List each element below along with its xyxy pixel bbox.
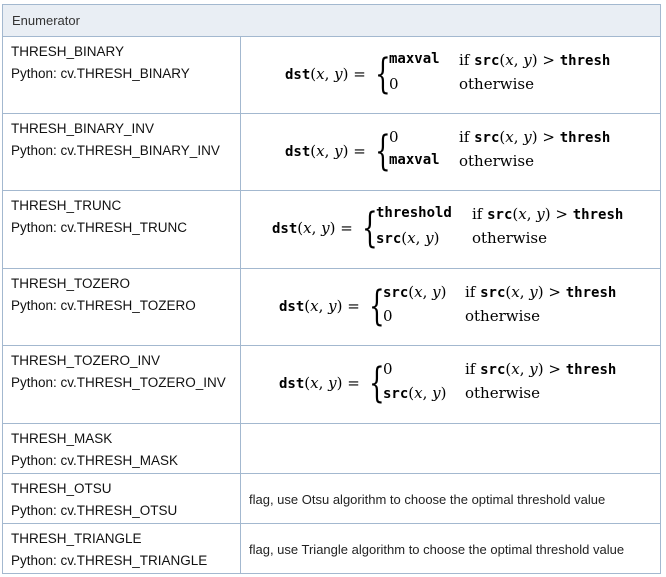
enum-name-cell: THRESH_TRUNC Python: cv.THRESH_TRUNC <box>3 191 241 268</box>
case2-condition: otherwise <box>465 384 540 402</box>
formula-cell: dst(x, y) = { src(x, y) 0 if src(x, y) >… <box>241 269 660 345</box>
formula: dst(x, y) = { threshold src(x, y) if src… <box>272 205 632 255</box>
case2-condition: otherwise <box>472 229 547 247</box>
case1-condition: if src(x, y) > thresh <box>472 205 624 223</box>
case2-value: 0 <box>389 75 399 93</box>
description-cell: flag, use Triangle algorithm to choose t… <box>241 524 660 574</box>
case2-value: src(x, y) <box>383 384 447 402</box>
enum-python-name: Python: cv.THRESH_BINARY <box>11 66 190 81</box>
header-label: Enumerator <box>12 13 80 28</box>
enum-name-cell: THRESH_BINARY Python: cv.THRESH_BINARY <box>3 37 241 113</box>
case1-condition: if src(x, y) > thresh <box>465 360 617 378</box>
enum-name-cell: THRESH_OTSU Python: cv.THRESH_OTSU <box>3 474 241 523</box>
case2-condition: otherwise <box>459 75 534 93</box>
description-cell: flag, use Otsu algorithm to choose the o… <box>241 474 660 523</box>
enum-name: THRESH_TRIANGLE <box>11 531 142 546</box>
enum-name: THRESH_TRUNC <box>11 198 122 213</box>
enum-name-cell: THRESH_TOZERO_INV Python: cv.THRESH_TOZE… <box>3 346 241 423</box>
case1-value: 0 <box>389 128 399 146</box>
formula-lhs: dst(x, y) = <box>285 142 366 160</box>
enum-name: THRESH_MASK <box>11 431 113 446</box>
formula-cell: dst(x, y) = { maxval 0 if src(x, y) > th… <box>241 37 660 113</box>
enum-python-name: Python: cv.THRESH_TRIANGLE <box>11 553 208 568</box>
case2-value: maxval <box>389 152 440 168</box>
formula: dst(x, y) = { 0 src(x, y) if src(x, y) >… <box>279 360 629 410</box>
table-header: Enumerator <box>3 5 660 37</box>
formula-lhs: dst(x, y) = <box>279 374 360 392</box>
enum-python-name: Python: cv.THRESH_BINARY_INV <box>11 143 220 158</box>
table-row: THRESH_BINARY Python: cv.THRESH_BINARY d… <box>3 37 660 114</box>
case1-value: 0 <box>383 360 393 378</box>
formula-lhs: dst(x, y) = <box>272 219 353 237</box>
formula-lhs: dst(x, y) = <box>279 297 360 315</box>
table-row: THRESH_OTSU Python: cv.THRESH_OTSU flag,… <box>3 474 660 524</box>
case2-condition: otherwise <box>465 307 540 325</box>
case1-condition: if src(x, y) > thresh <box>459 51 611 69</box>
enum-python-name: Python: cv.THRESH_TRUNC <box>11 220 188 235</box>
formula-cell: dst(x, y) = { 0 src(x, y) if src(x, y) >… <box>241 346 660 423</box>
table-row: THRESH_TOZERO Python: cv.THRESH_TOZERO d… <box>3 269 660 346</box>
enum-python-name: Python: cv.THRESH_TOZERO <box>11 298 196 313</box>
enum-name-cell: THRESH_BINARY_INV Python: cv.THRESH_BINA… <box>3 114 241 190</box>
enum-name: THRESH_BINARY_INV <box>11 121 155 136</box>
formula-lhs: dst(x, y) = <box>285 65 366 83</box>
case1-value: threshold <box>376 205 452 221</box>
case2-condition: otherwise <box>459 152 534 170</box>
case1-value: maxval <box>389 51 440 67</box>
enum-name: THRESH_BINARY <box>11 44 125 59</box>
formula-cell: dst(x, y) = { threshold src(x, y) if src… <box>241 191 660 268</box>
enum-name: THRESH_OTSU <box>11 481 112 496</box>
enum-name-cell: THRESH_MASK Python: cv.THRESH_MASK <box>3 424 241 473</box>
case2-value: 0 <box>383 307 393 325</box>
enum-name: THRESH_TOZERO_INV <box>11 353 161 368</box>
table-row: THRESH_BINARY_INV Python: cv.THRESH_BINA… <box>3 114 660 191</box>
description-cell <box>241 424 660 473</box>
enum-name-cell: THRESH_TRIANGLE Python: cv.THRESH_TRIANG… <box>3 524 241 574</box>
case1-condition: if src(x, y) > thresh <box>465 283 617 301</box>
formula-cell: dst(x, y) = { 0 maxval if src(x, y) > th… <box>241 114 660 190</box>
formula: dst(x, y) = { 0 maxval if src(x, y) > th… <box>285 128 625 178</box>
enum-name-cell: THRESH_TOZERO Python: cv.THRESH_TOZERO <box>3 269 241 345</box>
enum-description: flag, use Triangle algorithm to choose t… <box>249 542 625 557</box>
enum-python-name: Python: cv.THRESH_TOZERO_INV <box>11 375 226 390</box>
case1-condition: if src(x, y) > thresh <box>459 128 611 146</box>
table-row: THRESH_TOZERO_INV Python: cv.THRESH_TOZE… <box>3 346 660 424</box>
table-row: THRESH_TRUNC Python: cv.THRESH_TRUNC dst… <box>3 191 660 269</box>
case2-value: src(x, y) <box>376 229 440 247</box>
enum-name: THRESH_TOZERO <box>11 276 131 291</box>
enum-python-name: Python: cv.THRESH_MASK <box>11 453 179 468</box>
enum-description: flag, use Otsu algorithm to choose the o… <box>249 492 606 507</box>
enumerator-table: Enumerator THRESH_BINARY Python: cv.THRE… <box>2 4 661 574</box>
formula: dst(x, y) = { src(x, y) 0 if src(x, y) >… <box>279 283 629 333</box>
table-row: THRESH_MASK Python: cv.THRESH_MASK <box>3 424 660 474</box>
case1-value: src(x, y) <box>383 283 447 301</box>
formula: dst(x, y) = { maxval 0 if src(x, y) > th… <box>285 51 625 101</box>
table-row: THRESH_TRIANGLE Python: cv.THRESH_TRIANG… <box>3 524 660 574</box>
enum-python-name: Python: cv.THRESH_OTSU <box>11 503 178 518</box>
